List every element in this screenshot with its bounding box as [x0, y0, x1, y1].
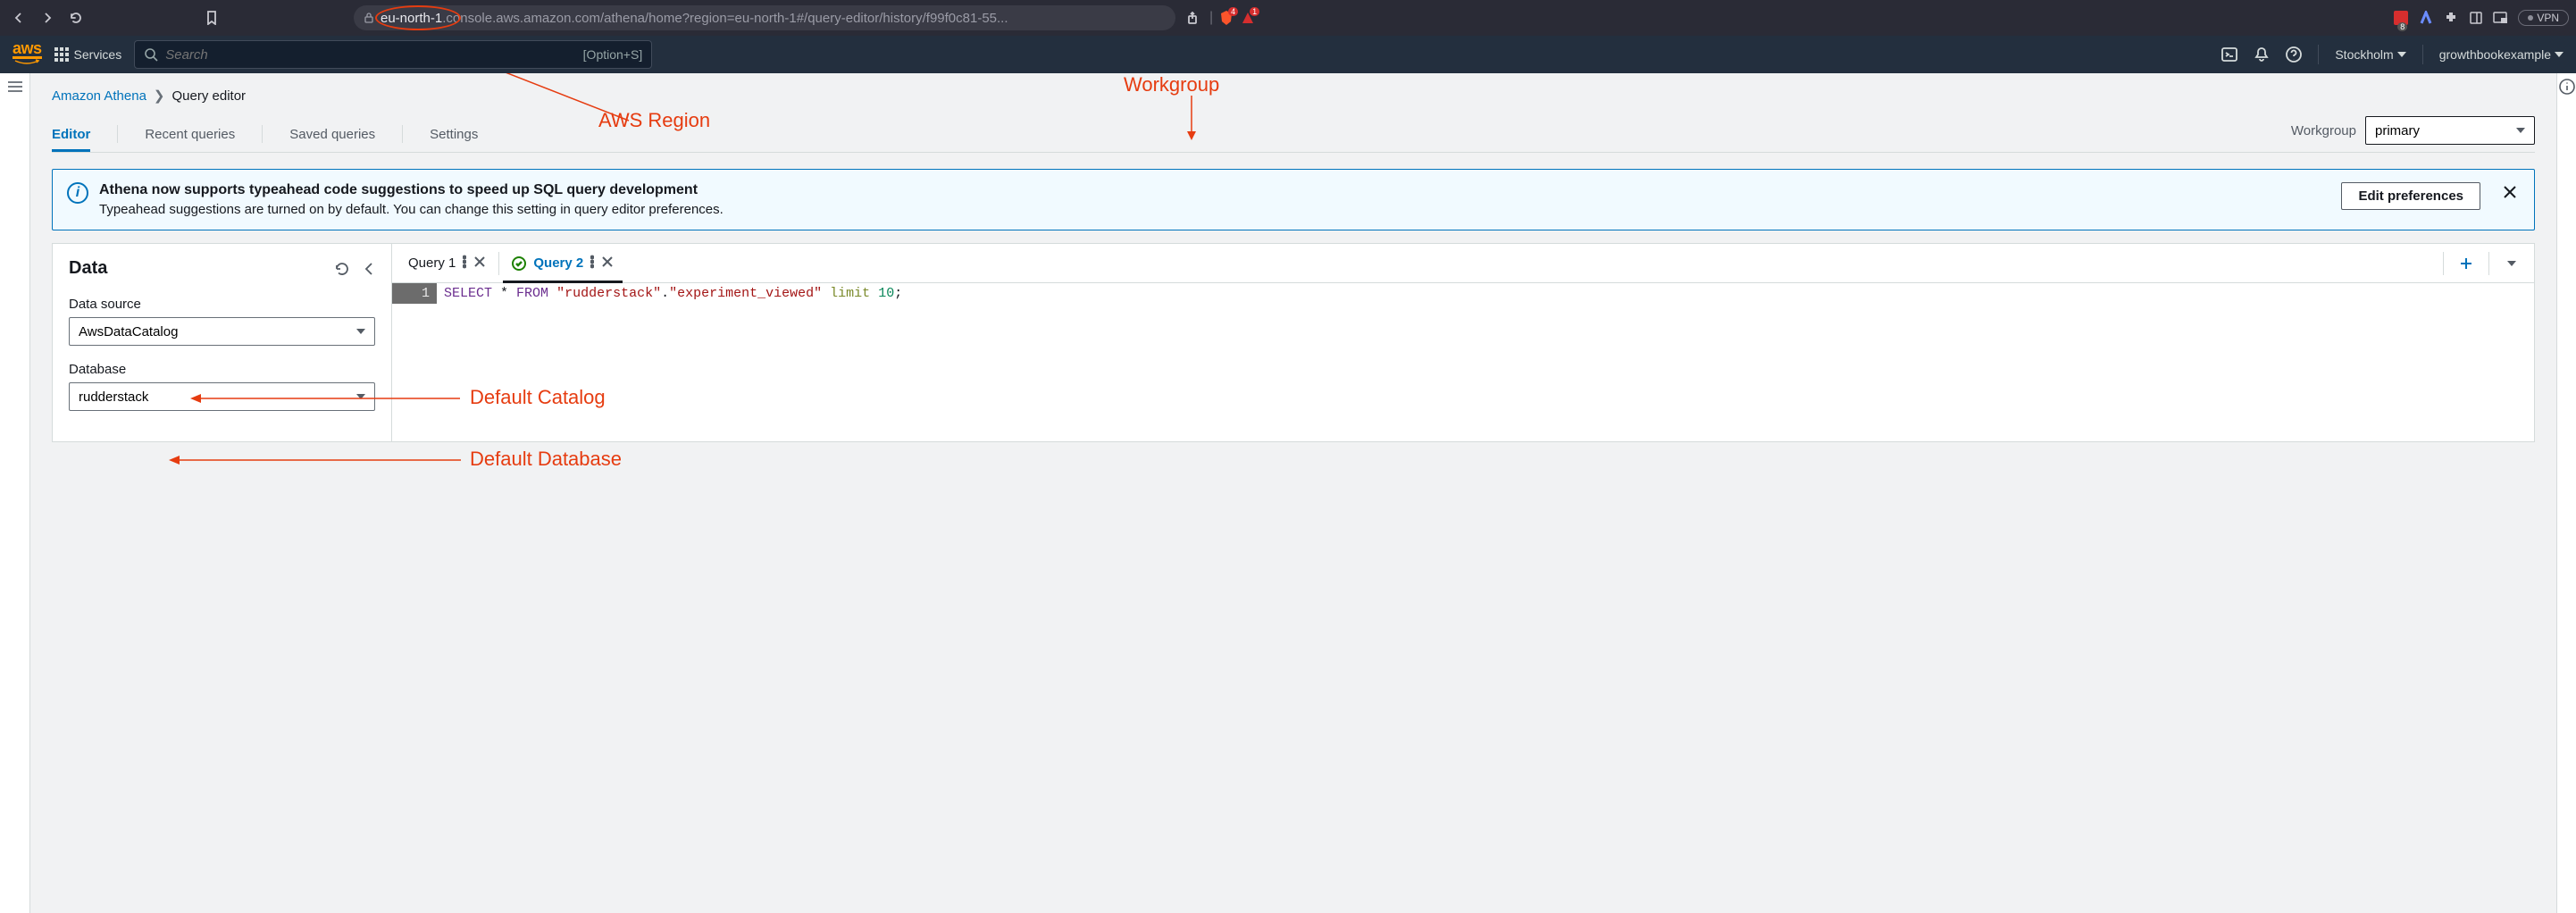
tab-close-icon[interactable]	[473, 255, 486, 272]
aws-search[interactable]: [Option+S]	[134, 40, 652, 69]
database-value: rudderstack	[79, 389, 148, 405]
tab-settings[interactable]: Settings	[430, 118, 478, 151]
ext-red-icon[interactable]: 8	[2393, 10, 2409, 26]
lock-icon	[363, 12, 375, 24]
code-editor[interactable]: 1 SELECT * FROM "rudderstack"."experimen…	[392, 283, 2534, 304]
info-panel-icon[interactable]	[2559, 79, 2575, 913]
query-tabs: Query 1 Query 2	[392, 244, 2534, 283]
collapse-icon[interactable]	[363, 261, 375, 277]
notification-triangle-icon[interactable]: 1	[1240, 10, 1256, 26]
tab-editor[interactable]: Editor	[52, 118, 90, 151]
main-tabs: Editor Recent queries Saved queries Sett…	[52, 116, 2535, 153]
content: Amazon Athena ❯ Query editor Editor Rece…	[30, 73, 2556, 913]
aws-nav-right: Stockholm growthbookexample	[2221, 45, 2563, 64]
chevron-down-icon	[356, 329, 365, 334]
chevron-down-icon	[2516, 128, 2525, 133]
back-icon[interactable]	[7, 6, 30, 29]
url-region-text: eu-north-1	[381, 11, 442, 26]
services-label: Services	[74, 47, 122, 62]
workgroup-select[interactable]: primary	[2365, 116, 2535, 145]
right-gutter	[2556, 73, 2576, 913]
help-icon[interactable]	[2286, 46, 2302, 63]
main: Amazon Athena ❯ Query editor Editor Rece…	[0, 73, 2576, 913]
refresh-icon[interactable]	[334, 261, 350, 277]
workgroup-control: Workgroup primary	[2291, 116, 2535, 152]
notif-badge: 1	[1250, 7, 1259, 16]
chevron-down-icon	[356, 394, 365, 399]
url-host: .console.aws.amazon.com	[442, 11, 600, 26]
reload-icon[interactable]	[64, 6, 88, 29]
tab-menu-icon[interactable]	[463, 255, 466, 272]
shield-badge: 4	[1228, 7, 1238, 16]
url-bar[interactable]: eu-north-1.console.aws.amazon.com/athena…	[354, 5, 1175, 30]
breadcrumb-root[interactable]: Amazon Athena	[52, 88, 146, 104]
arrow-database	[166, 451, 464, 469]
annotation-database: Default Database	[470, 448, 622, 471]
forward-icon[interactable]	[36, 6, 59, 29]
pip-icon[interactable]	[2493, 10, 2509, 26]
cloudshell-icon[interactable]	[2221, 46, 2237, 63]
query-tab-1[interactable]: Query 1	[399, 244, 495, 282]
services-button[interactable]: Services	[54, 47, 122, 62]
left-gutter	[0, 73, 30, 913]
bookmark-icon[interactable]	[200, 6, 223, 29]
code-line-1: SELECT * FROM "rudderstack"."experiment_…	[437, 283, 909, 304]
line-number: 1	[392, 283, 437, 304]
bell-icon[interactable]	[2254, 46, 2270, 63]
datasource-select[interactable]: AwsDataCatalog	[69, 317, 375, 346]
add-tab-button[interactable]	[2451, 250, 2481, 277]
datasource-value: AwsDataCatalog	[79, 324, 178, 339]
query-tab-2[interactable]: Query 2	[503, 244, 623, 282]
ext-blue-icon[interactable]	[2418, 10, 2434, 26]
url-path: /athena/home?region=eu-north-1#/query-ed…	[600, 11, 1008, 26]
browser-chrome: eu-north-1.console.aws.amazon.com/athena…	[0, 0, 2576, 36]
info-icon: i	[67, 182, 88, 204]
share-icon[interactable]	[1181, 6, 1204, 29]
tab-overflow-button[interactable]	[2497, 250, 2527, 277]
tab-close-icon[interactable]	[601, 255, 614, 272]
sidepanel-icon[interactable]	[2468, 10, 2484, 26]
editor-split: Data Data source AwsDataCatalog Database…	[52, 243, 2535, 442]
account-dropdown[interactable]: growthbookexample	[2439, 47, 2563, 62]
banner-desc: Typeahead suggestions are turned on by d…	[99, 202, 2330, 217]
vpn-pill[interactable]: VPN	[2518, 10, 2569, 26]
extensions-icon[interactable]	[2443, 10, 2459, 26]
info-banner: i Athena now supports typeahead code sug…	[52, 169, 2535, 230]
query-editor: Query 1 Query 2	[392, 244, 2534, 441]
breadcrumb: Amazon Athena ❯ Query editor	[52, 88, 2535, 104]
aws-nav: aws Services [Option+S] Stockholm growth…	[0, 36, 2576, 73]
search-kbd-hint: [Option+S]	[583, 47, 643, 62]
workgroup-value: primary	[2375, 123, 2420, 138]
datasource-label: Data source	[69, 297, 375, 312]
database-label: Database	[69, 362, 375, 377]
edit-preferences-button[interactable]: Edit preferences	[2341, 182, 2480, 210]
banner-title: Athena now supports typeahead code sugge…	[99, 182, 2330, 198]
region-dropdown[interactable]: Stockholm	[2335, 47, 2405, 62]
search-icon	[144, 47, 158, 62]
ext-red-badge: 8	[2397, 22, 2407, 31]
chevron-right-icon: ❯	[154, 88, 165, 104]
success-check-icon	[512, 256, 526, 271]
tab-saved[interactable]: Saved queries	[289, 118, 375, 151]
breadcrumb-current: Query editor	[172, 88, 247, 104]
data-panel-title: Data	[69, 258, 107, 279]
browser-right-icons: 8 VPN	[2393, 10, 2569, 26]
grid-icon	[54, 47, 69, 62]
hamburger-icon[interactable]	[7, 80, 23, 913]
workgroup-label: Workgroup	[2291, 123, 2356, 138]
tab-menu-icon[interactable]	[590, 255, 594, 272]
brave-shield-icon[interactable]: 4	[1218, 10, 1234, 26]
search-input[interactable]	[165, 47, 582, 63]
banner-close-button[interactable]	[2500, 182, 2520, 202]
aws-logo[interactable]: aws	[13, 43, 42, 66]
query-tab-1-label: Query 1	[408, 255, 456, 271]
data-panel: Data Data source AwsDataCatalog Database…	[53, 244, 392, 441]
database-select[interactable]: rudderstack	[69, 382, 375, 411]
query-tab-2-label: Query 2	[533, 255, 583, 271]
tab-recent[interactable]: Recent queries	[145, 118, 235, 151]
